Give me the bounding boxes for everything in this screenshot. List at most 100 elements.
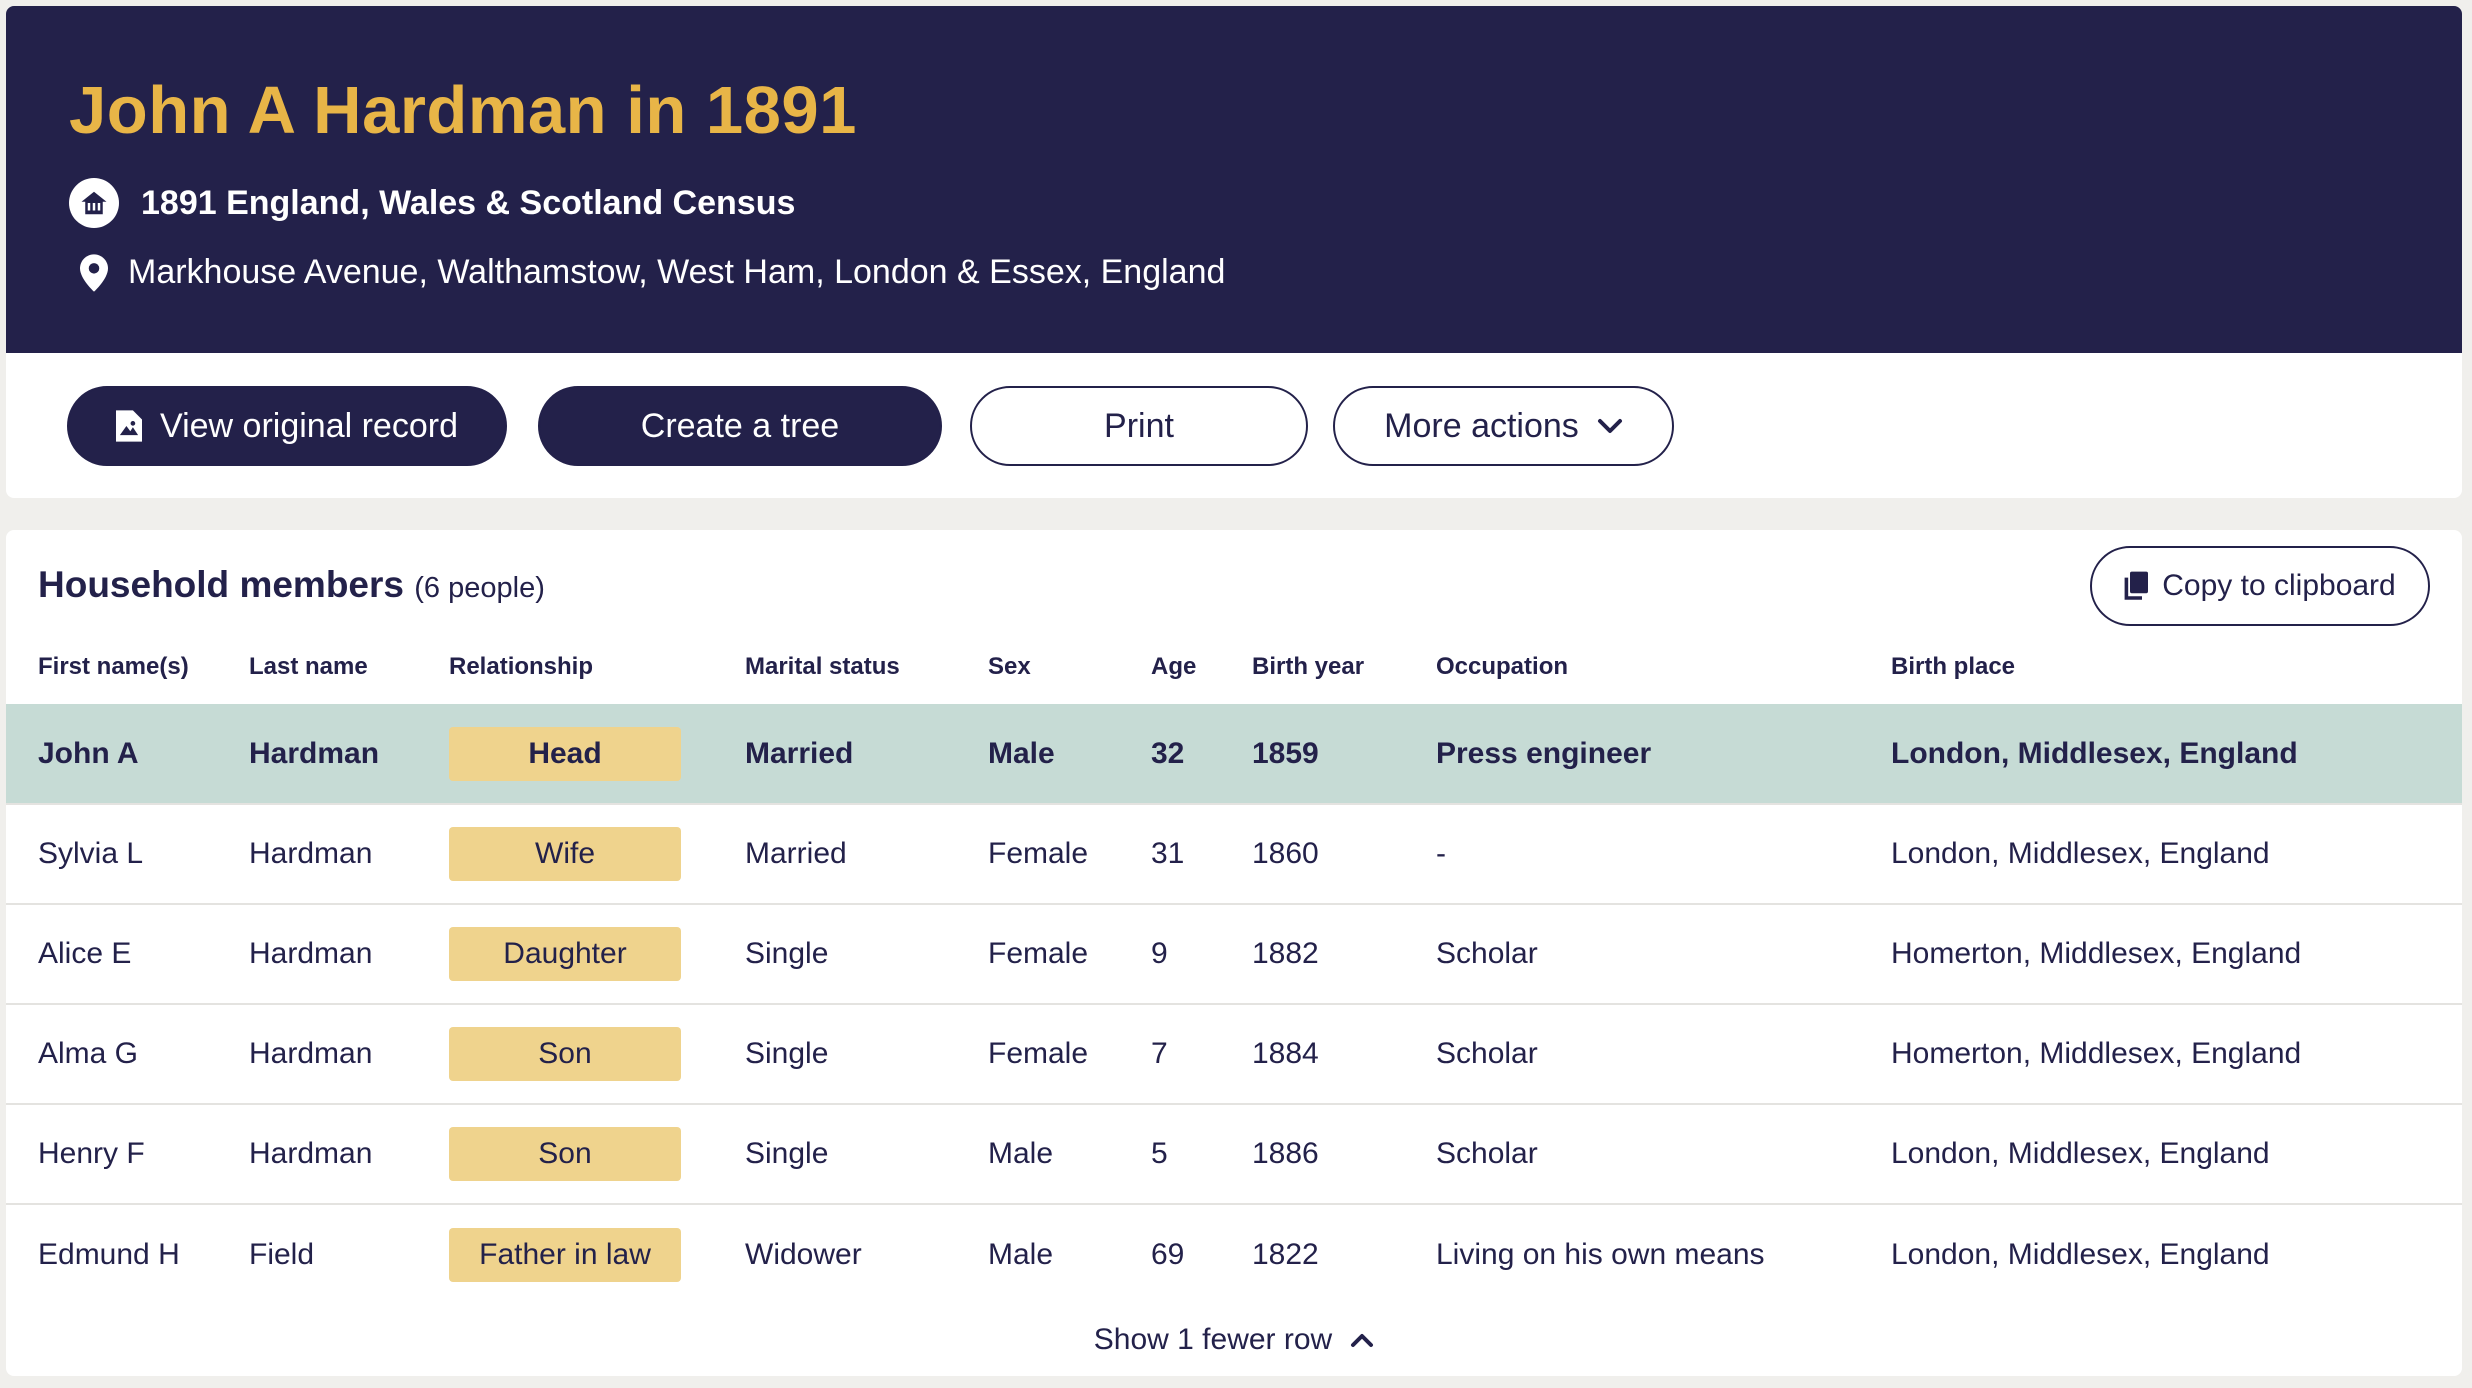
marital-status-cell: Married xyxy=(745,704,988,804)
relationship-cell: Head xyxy=(449,704,745,804)
birth-year-cell: 1886 xyxy=(1252,1103,1436,1204)
address: Markhouse Avenue, Walthamstow, West Ham,… xyxy=(80,253,1225,292)
view-original-record-label: View original record xyxy=(160,406,458,445)
last-name-cell: Field xyxy=(249,1203,449,1304)
copy-to-clipboard-label: Copy to clipboard xyxy=(2162,569,2396,602)
household-heading: Household members xyxy=(38,564,404,605)
print-label: Print xyxy=(1104,406,1174,445)
more-actions-button[interactable]: More actions xyxy=(1333,386,1674,466)
sex-cell: Female xyxy=(988,903,1151,1004)
show-fewer-label: Show 1 fewer row xyxy=(1093,1323,1333,1356)
household-members-card: Household members (6 people) Copy to cli… xyxy=(6,530,2462,1376)
marital-status-cell: Single xyxy=(745,1103,988,1204)
sex-cell: Male xyxy=(988,1203,1151,1304)
age-cell: 31 xyxy=(1151,803,1252,904)
create-tree-label: Create a tree xyxy=(640,406,840,445)
house-icon xyxy=(69,178,119,228)
chevron-up-icon xyxy=(1350,1332,1374,1348)
relationship-cell: Daughter xyxy=(449,903,745,1004)
record-header: John A Hardman in 1891 1891 England, Wal… xyxy=(6,6,2462,353)
last-name-cell: Hardman xyxy=(249,704,449,804)
last-name-cell: Hardman xyxy=(249,1103,449,1204)
occupation-cell: - xyxy=(1436,803,1891,904)
birth-place-cell: London, Middlesex, England xyxy=(1891,1103,2462,1204)
first-name-cell: Sylvia L xyxy=(6,803,249,904)
birth-year-cell: 1860 xyxy=(1252,803,1436,904)
birth-place-cell: London, Middlesex, England xyxy=(1891,1203,2462,1304)
relationship-cell: Son xyxy=(449,1003,745,1104)
relationship-badge: Daughter xyxy=(449,927,681,981)
print-button[interactable]: Print xyxy=(970,386,1308,466)
relationship-badge: Son xyxy=(449,1127,681,1181)
first-name-cell: Alma G xyxy=(6,1003,249,1104)
marital-status-cell: Single xyxy=(745,903,988,1004)
table-row[interactable]: John A Hardman Head Married Male 32 1859… xyxy=(6,704,2462,804)
table-header-row: First name(s) Last name Relationship Mar… xyxy=(6,630,2462,704)
sex-cell: Female xyxy=(988,1003,1151,1104)
occupation-cell: Scholar xyxy=(1436,1103,1891,1204)
census-name: 1891 England, Wales & Scotland Census xyxy=(141,183,796,222)
table-row[interactable]: Edmund H Field Father in law Widower Mal… xyxy=(6,1203,2462,1304)
age-cell: 69 xyxy=(1151,1203,1252,1304)
copy-to-clipboard-button[interactable]: Copy to clipboard xyxy=(2090,546,2430,626)
document-image-icon xyxy=(116,410,143,442)
column-header-last-name: Last name xyxy=(249,653,368,680)
household-count: (6 people) xyxy=(414,572,545,604)
occupation-cell: Living on his own means xyxy=(1436,1203,1891,1304)
last-name-cell: Hardman xyxy=(249,803,449,904)
column-header-age: Age xyxy=(1151,653,1197,680)
birth-year-cell: 1882 xyxy=(1252,903,1436,1004)
birth-year-cell: 1822 xyxy=(1252,1203,1436,1304)
relationship-cell: Wife xyxy=(449,803,745,904)
column-header-relationship: Relationship xyxy=(449,653,594,680)
view-original-record-button[interactable]: View original record xyxy=(67,386,507,466)
first-name-cell: Alice E xyxy=(6,903,249,1004)
sex-cell: Male xyxy=(988,1103,1151,1204)
table-row[interactable]: Alice E Hardman Daughter Single Female 9… xyxy=(6,903,2462,1004)
age-cell: 32 xyxy=(1151,704,1252,804)
action-bar: View original record Create a tree Print… xyxy=(6,353,2462,498)
last-name-cell: Hardman xyxy=(249,903,449,1004)
birth-place-cell: Homerton, Middlesex, England xyxy=(1891,903,2462,1004)
table-row[interactable]: Henry F Hardman Son Single Male 5 1886 S… xyxy=(6,1103,2462,1204)
birth-place-cell: London, Middlesex, England xyxy=(1891,704,2462,804)
birth-place-cell: Homerton, Middlesex, England xyxy=(1891,1003,2462,1104)
occupation-cell: Scholar xyxy=(1436,1003,1891,1104)
first-name-cell: Henry F xyxy=(6,1103,249,1204)
more-actions-label: More actions xyxy=(1384,406,1579,445)
create-tree-button[interactable]: Create a tree xyxy=(538,386,942,466)
marital-status-cell: Widower xyxy=(745,1203,988,1304)
column-header-birth-place: Birth place xyxy=(1891,653,2016,680)
sex-cell: Male xyxy=(988,704,1151,804)
column-header-birth-year: Birth year xyxy=(1252,653,1365,680)
table-row[interactable]: Sylvia L Hardman Wife Married Female 31 … xyxy=(6,803,2462,904)
relationship-cell: Son xyxy=(449,1103,745,1204)
age-cell: 9 xyxy=(1151,903,1252,1004)
marital-status-cell: Single xyxy=(745,1003,988,1104)
chevron-down-icon xyxy=(1597,418,1623,434)
show-fewer-rows-button[interactable]: Show 1 fewer row xyxy=(6,1323,2462,1357)
age-cell: 7 xyxy=(1151,1003,1252,1104)
occupation-cell: Press engineer xyxy=(1436,704,1891,804)
occupation-cell: Scholar xyxy=(1436,903,1891,1004)
column-header-occupation: Occupation xyxy=(1436,653,1569,680)
household-table: First name(s) Last name Relationship Mar… xyxy=(6,630,2462,1304)
sex-cell: Female xyxy=(988,803,1151,904)
census-collection: 1891 England, Wales & Scotland Census xyxy=(69,178,795,228)
marital-status-cell: Married xyxy=(745,803,988,904)
table-row[interactable]: Alma G Hardman Son Single Female 7 1884 … xyxy=(6,1003,2462,1104)
age-cell: 5 xyxy=(1151,1103,1252,1204)
copy-icon xyxy=(2124,571,2149,601)
first-name-cell: Edmund H xyxy=(6,1203,249,1304)
relationship-badge: Father in law xyxy=(449,1227,681,1282)
column-header-sex: Sex xyxy=(988,653,1031,680)
last-name-cell: Hardman xyxy=(249,1003,449,1104)
first-name-cell: John A xyxy=(6,704,249,804)
relationship-badge: Wife xyxy=(449,827,681,881)
address-text: Markhouse Avenue, Walthamstow, West Ham,… xyxy=(128,253,1226,291)
relationship-badge: Son xyxy=(449,1027,681,1081)
relationship-cell: Father in law xyxy=(449,1203,745,1304)
column-header-marital-status: Marital status xyxy=(745,653,900,680)
relationship-badge: Head xyxy=(449,726,681,781)
birth-year-cell: 1884 xyxy=(1252,1003,1436,1104)
